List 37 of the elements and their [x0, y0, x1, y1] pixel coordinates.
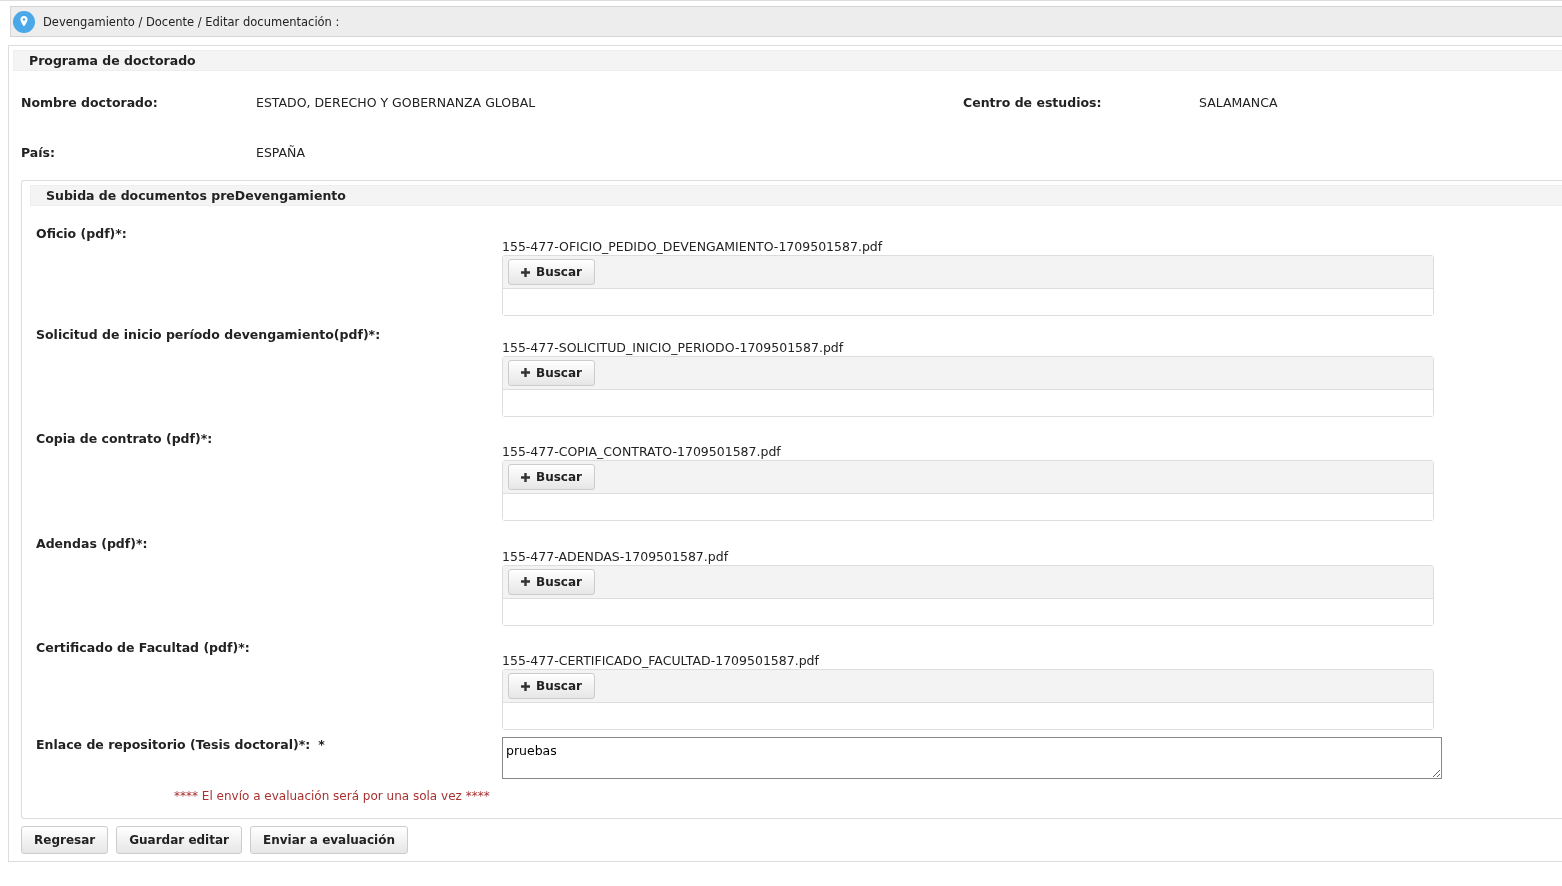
browse-button[interactable]: Buscar	[508, 359, 595, 386]
field-label: Certificado de Facultad (pdf)*:	[36, 640, 251, 655]
location-pin-icon	[13, 10, 35, 33]
notice-text: **** El envío a evaluación será por una sola vez ****	[174, 788, 490, 803]
file-name: 155-477-COPIA_CONTRATO-1709501587.pdf	[502, 444, 782, 460]
plus-icon	[521, 681, 530, 691]
file-name: 155-477-ADENDAS-1709501587.pdf	[502, 548, 730, 565]
field-label: Oficio (pdf)*:	[36, 226, 128, 241]
action-button[interactable]: Guardar editar	[116, 826, 242, 854]
file-name: 155-477-OFICIO_PEDIDO_DEVENGAMIENTO-1709501587.pdf	[502, 239, 884, 255]
field-label: Solicitud de inicio período devengamiento(pdf)*:	[36, 326, 382, 342]
field-value: ESTADO, DERECHO Y GOBERNANZA GLOBAL	[256, 95, 537, 112]
file-name: 155-477-CERTIFICADO_FACULTAD-1709501587.pdf	[502, 653, 820, 669]
field-label: País:	[21, 144, 56, 162]
plus-icon	[521, 368, 530, 377]
plus-icon	[521, 577, 530, 586]
field-value: SALAMANCA	[1199, 95, 1279, 112]
field-label: Copia de contrato (pdf)*:	[36, 431, 214, 446]
field-label: Enlace de repositorio (Tesis doctoral)*:	[36, 736, 311, 752]
field-label: Centro de estudios:	[963, 95, 1103, 112]
browse-button[interactable]: Buscar	[508, 259, 595, 285]
action-button[interactable]: Regresar	[21, 826, 109, 854]
plus-icon	[521, 267, 530, 277]
input-field[interactable]: pruebas	[502, 736, 1442, 779]
browse-button[interactable]: Buscar	[508, 673, 595, 699]
field-label: Adendas (pdf)*:	[36, 535, 149, 551]
panel-title: Programa de doctorado	[13, 50, 1562, 71]
required-mark: *	[318, 736, 325, 752]
browse-button[interactable]: Buscar	[508, 568, 595, 595]
breadcrumb: Devengamiento / Docente / Editar documentación :	[43, 14, 340, 29]
browse-button[interactable]: Buscar	[508, 464, 595, 490]
field-label: Nombre doctorado:	[21, 95, 159, 112]
panel-title: Subida de documentos preDevengamiento	[30, 185, 1562, 206]
plus-icon	[521, 472, 530, 482]
action-button[interactable]: Enviar a evaluación	[250, 826, 408, 854]
file-name: 155-477-SOLICITUD_INICIO_PERIODO-1709501587.pdf	[502, 339, 845, 356]
field-value: ESPAÑA	[256, 144, 307, 162]
